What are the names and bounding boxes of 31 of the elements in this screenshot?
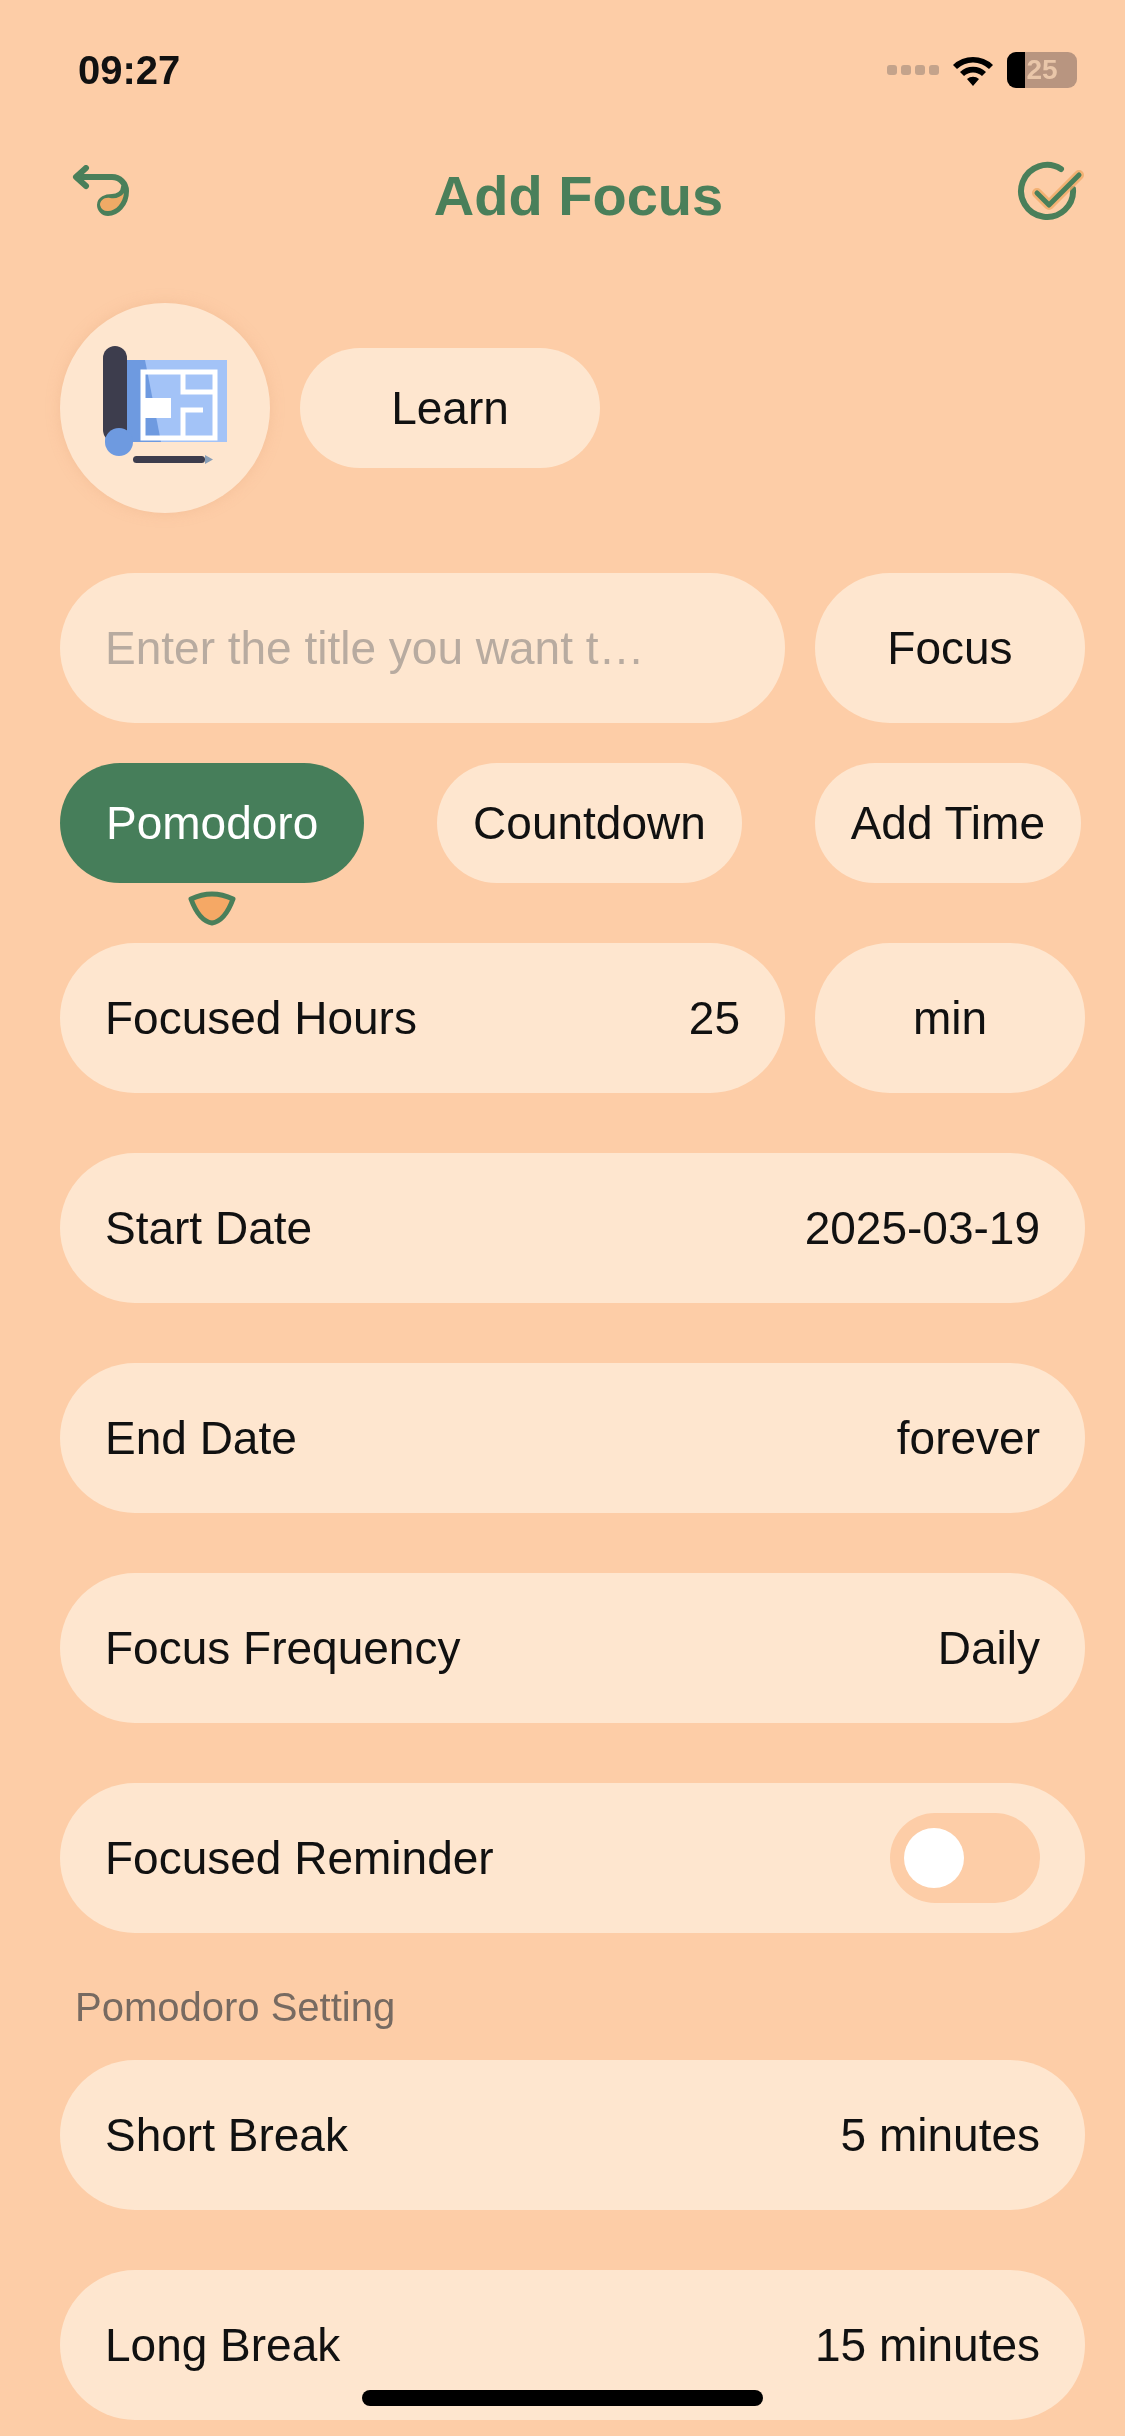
type-button[interactable]: Focus [815,573,1085,723]
row-label: End Date [105,1411,297,1465]
mode-tab[interactable]: Pomodoro [60,763,365,883]
picker-row[interactable]: Start Date 2025-03-19 [60,1153,1085,1303]
row-label: Long Break [105,2318,341,2372]
row-label: Focused Hours [105,991,417,1045]
row-value: 2025-03-19 [804,1201,1040,1255]
row-value: 25 [688,991,740,1045]
row-value: 5 minutes [840,2108,1040,2162]
mode-tab[interactable]: Countdown [437,763,742,883]
page-title: Add Focus [433,162,724,228]
row-value: Daily [937,1621,1040,1675]
title-input-field[interactable]: Enter the title you want t… [60,573,785,723]
row-value: forever [896,1411,1040,1465]
category-button[interactable]: Learn [300,348,600,468]
row-label: Start Date [105,1201,313,1255]
picker-row[interactable]: Long Break 15 minutes [60,2270,1085,2420]
unit-button[interactable]: min [815,943,1085,1093]
row-label: Focused Reminder [105,1831,494,1885]
section-title: Pomodoro Setting [75,1985,397,2030]
picker-row[interactable]: Focused Hours 25 [60,943,785,1093]
picker-row[interactable]: Focus Frequency Daily [60,1573,1085,1723]
status-time: 09:27 [78,47,181,93]
row-label: Short Break [105,2108,348,2162]
signal-icon [887,64,939,76]
row-label: Focus Frequency [105,1621,461,1675]
setting-row[interactable]: Focused Reminder [60,1783,1085,1933]
picker-row[interactable]: Short Break 5 minutes [60,2060,1085,2210]
row-value: 15 minutes [815,2318,1040,2372]
picker-row[interactable]: End Date forever [60,1363,1085,1513]
mode-tab[interactable]: Add Time [814,763,1081,883]
